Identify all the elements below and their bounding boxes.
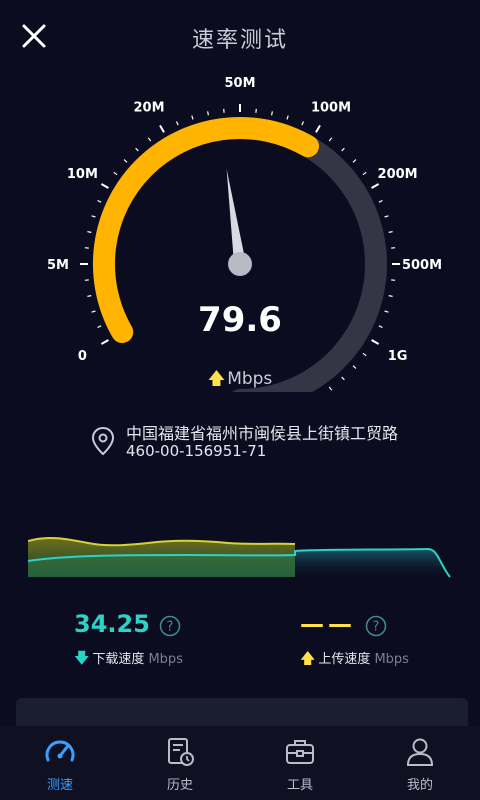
gauge-scale-label: 200M <box>378 167 418 182</box>
upload-label-text: 上传速度 <box>318 652 371 667</box>
gauge-scale-label: 0 <box>78 349 87 364</box>
gauge-tick <box>207 111 209 116</box>
download-label: 🡇 下载速度 Mbps <box>74 648 183 673</box>
gauge-tick <box>87 295 92 297</box>
gauge-tick <box>91 215 96 218</box>
gauge-tick <box>315 124 321 133</box>
gauge-tick <box>301 121 305 126</box>
gauge-tick <box>384 215 389 218</box>
gauge-scale-label: 1G <box>388 349 408 364</box>
gauge-scale-label: 10M <box>67 167 98 182</box>
download-speed-value: 34.25 <box>74 610 150 638</box>
gauge-tick <box>371 339 380 345</box>
nav-label-speedtest: 测速 <box>46 778 73 793</box>
download-help-icon[interactable]: ? <box>159 615 181 637</box>
gauge-tick <box>87 231 92 233</box>
gauge-tick <box>191 115 194 120</box>
nav-item-profile[interactable]: 我的 <box>360 726 480 800</box>
upload-metric: —— ? <box>300 610 387 638</box>
gauge-scale-label: 500M <box>402 258 442 273</box>
gauge-tick <box>97 199 102 203</box>
gauge-tick <box>388 231 393 233</box>
nav-label-history: 历史 <box>166 778 193 793</box>
upload-speed-value: —— <box>300 610 356 638</box>
svg-text:?: ? <box>373 619 380 634</box>
gauge-tick <box>388 295 393 297</box>
speed-value: 79.6 <box>198 300 282 340</box>
speed-history-graph <box>28 536 451 578</box>
download-metric: 34.25 ? <box>74 610 181 638</box>
gauge-tick <box>159 124 165 133</box>
upload-help-icon[interactable]: ? <box>365 615 387 637</box>
speed-unit: 🡅 Mbps <box>0 366 480 395</box>
gauge-tick <box>175 121 179 126</box>
upload-arrow-icon: 🡅 <box>300 649 316 667</box>
nav-item-history[interactable]: 历史 <box>120 726 240 800</box>
gauge-tick <box>328 137 333 142</box>
download-area <box>28 555 295 577</box>
gauge-scale-label: 20M <box>133 100 164 115</box>
gauge-tick <box>123 159 128 163</box>
cell-id: 460-00-156951-71 <box>126 442 267 460</box>
download-label-text: 下载速度 <box>92 652 145 667</box>
upload-label: 🡅 上传速度 Mbps <box>300 648 409 673</box>
gauge-needle <box>226 168 246 265</box>
page-title: 速率测试 <box>191 28 288 53</box>
gauge-tick <box>100 339 109 345</box>
gauge-tick <box>271 111 273 116</box>
gauge-tick <box>362 352 367 357</box>
gauge-scale-label: 100M <box>311 100 351 115</box>
download-unit: Mbps <box>148 652 183 667</box>
toolbox-icon <box>286 740 314 764</box>
gauge-scale-label: 5M <box>47 258 69 273</box>
gauge-tick <box>113 171 118 176</box>
upload-unit: Mbps <box>374 652 409 667</box>
location-address: 中国福建省福州市闽侯县上街镇工贸路 <box>126 424 399 443</box>
gauge-tick <box>100 183 109 189</box>
speedometer-icon <box>45 740 75 762</box>
user-icon <box>406 738 434 766</box>
location-pin-icon <box>91 426 115 456</box>
gauge-tick <box>352 159 357 163</box>
gauge-scale-label: 50M <box>224 76 255 91</box>
nav-item-speedtest[interactable]: 测速 <box>0 726 120 800</box>
download-area-right <box>295 549 450 577</box>
gauge-tick <box>147 137 152 142</box>
gauge-tick <box>286 115 289 120</box>
history-icon <box>168 738 194 766</box>
gauge-tick <box>362 171 367 176</box>
gauge-tick <box>371 183 380 189</box>
bottom-nav: 测速 历史 工具 我的 <box>0 726 480 800</box>
svg-text:?: ? <box>167 619 174 634</box>
download-arrow-icon: 🡇 <box>74 649 90 667</box>
gauge-tick <box>135 147 139 152</box>
header: 速率测试 <box>0 0 480 72</box>
speed-gauge: 05M10M20M50M100M200M500M1G2G5G <box>47 76 442 392</box>
gauge-hub <box>228 252 252 276</box>
upload-arrow-icon: 🡅 <box>207 369 226 389</box>
nav-label-profile: 我的 <box>406 778 433 793</box>
nav-label-tools: 工具 <box>286 778 313 793</box>
speed-unit-label: Mbps <box>227 369 273 389</box>
gauge-tick <box>341 147 345 152</box>
gauge-tick <box>378 199 383 203</box>
nav-item-tools[interactable]: 工具 <box>240 726 360 800</box>
